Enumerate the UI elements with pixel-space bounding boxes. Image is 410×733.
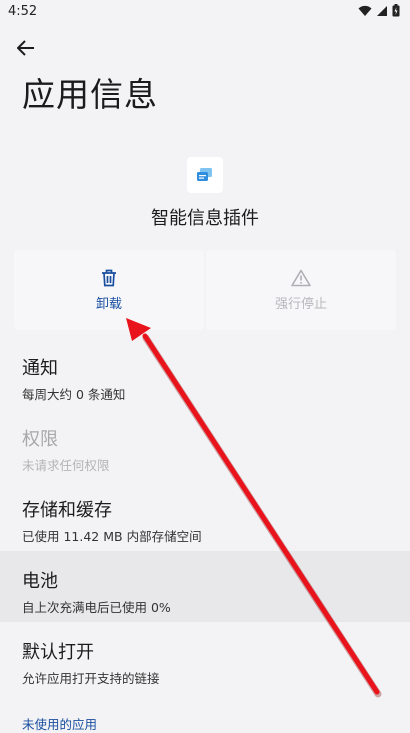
list-item-storage[interactable]: 存储和缓存 已使用 11.42 MB 内部存储空间 (0, 480, 410, 551)
warning-icon (291, 269, 311, 286)
item-title: 存储和缓存 (22, 500, 112, 521)
item-title: 默认打开 (22, 642, 94, 663)
battery-icon (392, 4, 400, 17)
list-item-notifications[interactable]: 通知 每周大约 0 条通知 (0, 338, 410, 409)
status-bar: 4:52 (0, 0, 410, 24)
settings-list: 通知 每周大约 0 条通知 权限 未请求任何权限 存储和缓存 已使用 11.42… (0, 338, 410, 693)
uninstall-label: 卸载 (95, 296, 122, 312)
chat-bubbles-icon (197, 168, 212, 181)
force-stop-label: 强行停止 (274, 296, 327, 312)
item-title: 电池 (22, 571, 58, 592)
item-subtitle: 允许应用打开支持的链接 (22, 671, 160, 686)
action-row: 卸载 强行停止 (14, 250, 396, 330)
force-stop-button[interactable]: 强行停止 (206, 250, 396, 330)
wifi-icon (358, 5, 372, 16)
status-icons (358, 4, 400, 17)
list-item-battery[interactable]: 电池 自上次充满电后已使用 0% (0, 551, 410, 622)
signal-icon (377, 5, 387, 16)
status-time: 4:52 (8, 4, 38, 19)
item-title: 通知 (22, 358, 58, 379)
app-icon (187, 157, 223, 193)
item-subtitle: 已使用 11.42 MB 内部存储空间 (22, 529, 202, 544)
unused-apps-section[interactable]: 未使用的应用 (22, 714, 97, 733)
back-arrow-icon (17, 40, 34, 56)
page-title: 应用信息 (22, 75, 158, 114)
item-subtitle: 未请求任何权限 (22, 458, 110, 473)
uninstall-button[interactable]: 卸载 (14, 250, 204, 330)
item-subtitle: 自上次充满电后已使用 0% (22, 600, 171, 615)
trash-icon (102, 269, 116, 286)
list-item-permissions[interactable]: 权限 未请求任何权限 (0, 409, 410, 480)
list-item-open-by-default[interactable]: 默认打开 允许应用打开支持的链接 (0, 622, 410, 693)
back-button[interactable] (12, 34, 40, 62)
app-name: 智能信息插件 (151, 208, 259, 229)
item-subtitle: 每周大约 0 条通知 (22, 387, 126, 402)
item-title: 权限 (22, 429, 58, 450)
